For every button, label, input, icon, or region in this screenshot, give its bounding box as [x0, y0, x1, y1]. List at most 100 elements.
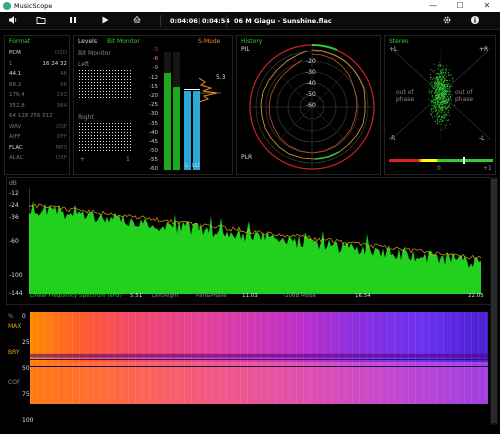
- eject-icon[interactable]: [130, 15, 144, 27]
- gear-icon[interactable]: [440, 15, 454, 27]
- spectrogram-scale-tick: 0: [22, 313, 26, 320]
- scrollbar[interactable]: [490, 177, 498, 425]
- format-value: DFF: [56, 134, 67, 140]
- levels-panel: Levels Bit Monitor Bit Monitor Left Righ…: [73, 35, 233, 175]
- spectrum-tick: -24: [9, 202, 19, 209]
- meter-right-track: [173, 52, 180, 170]
- level-scale-tick: -40: [149, 129, 158, 136]
- s-mode-label[interactable]: S-Mode: [198, 38, 220, 45]
- format-panel: Format PCM DSD 1 16 24 32 44.1 48 88.2 96 176.4 1…: [4, 35, 70, 175]
- pan-phase-toggle[interactable]: Pan&Phase: [196, 293, 227, 299]
- maximize-button[interactable]: ☐: [450, 0, 470, 12]
- left-right-toggle[interactable]: Left/Right: [152, 293, 179, 299]
- spectrum-tick: -60: [9, 238, 19, 245]
- level-scale-tick: -35: [149, 120, 158, 127]
- phase-plus-one-label: +1: [483, 165, 492, 172]
- format-row: WAV DSF: [9, 122, 67, 133]
- level-histogram: [199, 77, 221, 103]
- freq-label-4: 22.05: [468, 293, 484, 299]
- scrollbar-thumb[interactable]: [491, 179, 497, 423]
- level-scale-tick: -6: [152, 56, 158, 63]
- spectrogram-band: [30, 366, 488, 367]
- spectrogram-scale-tick: 25: [22, 339, 30, 346]
- level-scale-tick: -60: [149, 166, 158, 173]
- rms-left-bar: [184, 91, 191, 170]
- format-value: WAV: [9, 123, 22, 130]
- format-row: PCM DSD: [9, 48, 67, 59]
- level-scale-tick: -12: [149, 74, 158, 81]
- freq-label-1: 5.51: [130, 293, 143, 299]
- phase-correlation-bar: [389, 159, 493, 162]
- format-value: 44.1: [9, 71, 22, 77]
- phase-zero-label: 0: [437, 165, 441, 172]
- spectrogram-scale-tick: 50: [22, 365, 30, 372]
- spectrogram-texture: [30, 312, 488, 404]
- spectrum-graph: [29, 188, 481, 294]
- minimize-button[interactable]: —: [423, 0, 443, 12]
- format-row: AIFF DFF: [9, 132, 67, 143]
- app-icon: [3, 2, 11, 10]
- format-value: 192: [56, 92, 68, 98]
- bit-grid-right: [78, 122, 133, 152]
- spectrum-panel: dB -12 -24 -36 -60 -100 -144: [6, 177, 492, 305]
- stereo-panel: Stereo +L +R -R -L out of phase out of p…: [384, 35, 496, 175]
- format-value: 88.2: [9, 81, 22, 88]
- cof-label: COF: [8, 379, 21, 386]
- format-value: 176.4: [9, 92, 25, 98]
- toolbar: 0:04:06 | 0:04:54 06 M Giagu - Sunshine.…: [0, 12, 500, 30]
- level-scale-tick: -3: [152, 47, 158, 53]
- db-mode-toggle[interactable]: -20dB Mode: [283, 293, 316, 299]
- history-ring-label: -50: [306, 91, 316, 98]
- info-icon[interactable]: [468, 15, 482, 27]
- level-scale-tick: -15: [149, 83, 158, 90]
- left-label: Left: [78, 61, 90, 68]
- format-value: 16 24 32: [42, 60, 68, 67]
- stereo-title: Stereo: [389, 38, 409, 45]
- level-scale-tick: -50: [149, 148, 158, 155]
- bits-right-label: 1: [126, 156, 130, 163]
- level-scale-tick: -30: [149, 111, 158, 118]
- spectrogram-scale-tick: 75: [22, 391, 30, 398]
- spectrogram-band: [30, 359, 488, 360]
- level-scale-tick: -45: [149, 138, 158, 145]
- toolbar-separator: [226, 15, 227, 27]
- history-ring-label: -40: [306, 80, 316, 87]
- format-row: 88.2 96: [9, 80, 67, 91]
- format-value: DSD: [55, 50, 67, 56]
- bit-grid-left: [78, 69, 133, 99]
- phase-indicator: [463, 157, 465, 164]
- levels-title: Levels: [78, 38, 97, 45]
- history-panel: History PIL PLR -20 -30 -40 -50 -60: [236, 35, 381, 175]
- linear-spectrum-label[interactable]: Linear Frequency Spectrum (kHz): [30, 293, 122, 299]
- format-value: 64 128 256 512: [9, 113, 53, 119]
- db-label: dB: [9, 180, 17, 187]
- history-ring-label: -20: [306, 58, 316, 65]
- close-button[interactable]: ✕: [477, 0, 497, 12]
- format-value: DSF: [56, 123, 67, 130]
- play-icon[interactable]: [98, 15, 112, 27]
- format-value: FLAC: [9, 144, 23, 151]
- format-value: ALAC: [9, 155, 24, 161]
- level-scale-tick: -55: [149, 157, 158, 164]
- level-scale-tick: -25: [149, 102, 158, 109]
- bits-left-label: +: [80, 156, 86, 163]
- out-of-phase-left: out of phase: [396, 89, 415, 103]
- folder-icon[interactable]: [34, 15, 48, 27]
- rms-peak-line: [184, 89, 200, 90]
- spectrum-footer: Linear Frequency Spectrum (kHz) 5.51 Lef…: [30, 293, 490, 301]
- spectrum-tick: -36: [9, 214, 19, 221]
- pause-icon[interactable]: [66, 15, 80, 27]
- max-label: MAX: [8, 323, 22, 330]
- meter-left-track: [164, 52, 171, 170]
- volume-icon[interactable]: [6, 15, 20, 27]
- format-value: 1: [9, 60, 13, 67]
- freq-label-2: 11.03: [242, 293, 258, 299]
- format-value: AIFF: [9, 134, 21, 140]
- freq-label-3: 16.54: [355, 293, 371, 299]
- format-table: PCM DSD 1 16 24 32 44.1 48 88.2 96 176.4 192 352.8…: [9, 48, 67, 164]
- history-ring-label: -30: [306, 69, 316, 76]
- format-value: 48: [60, 71, 67, 77]
- bit-monitor-tab[interactable]: Bit Monitor: [107, 38, 140, 45]
- format-value: MP3: [55, 144, 67, 151]
- format-row: ALAC DXF: [9, 153, 67, 164]
